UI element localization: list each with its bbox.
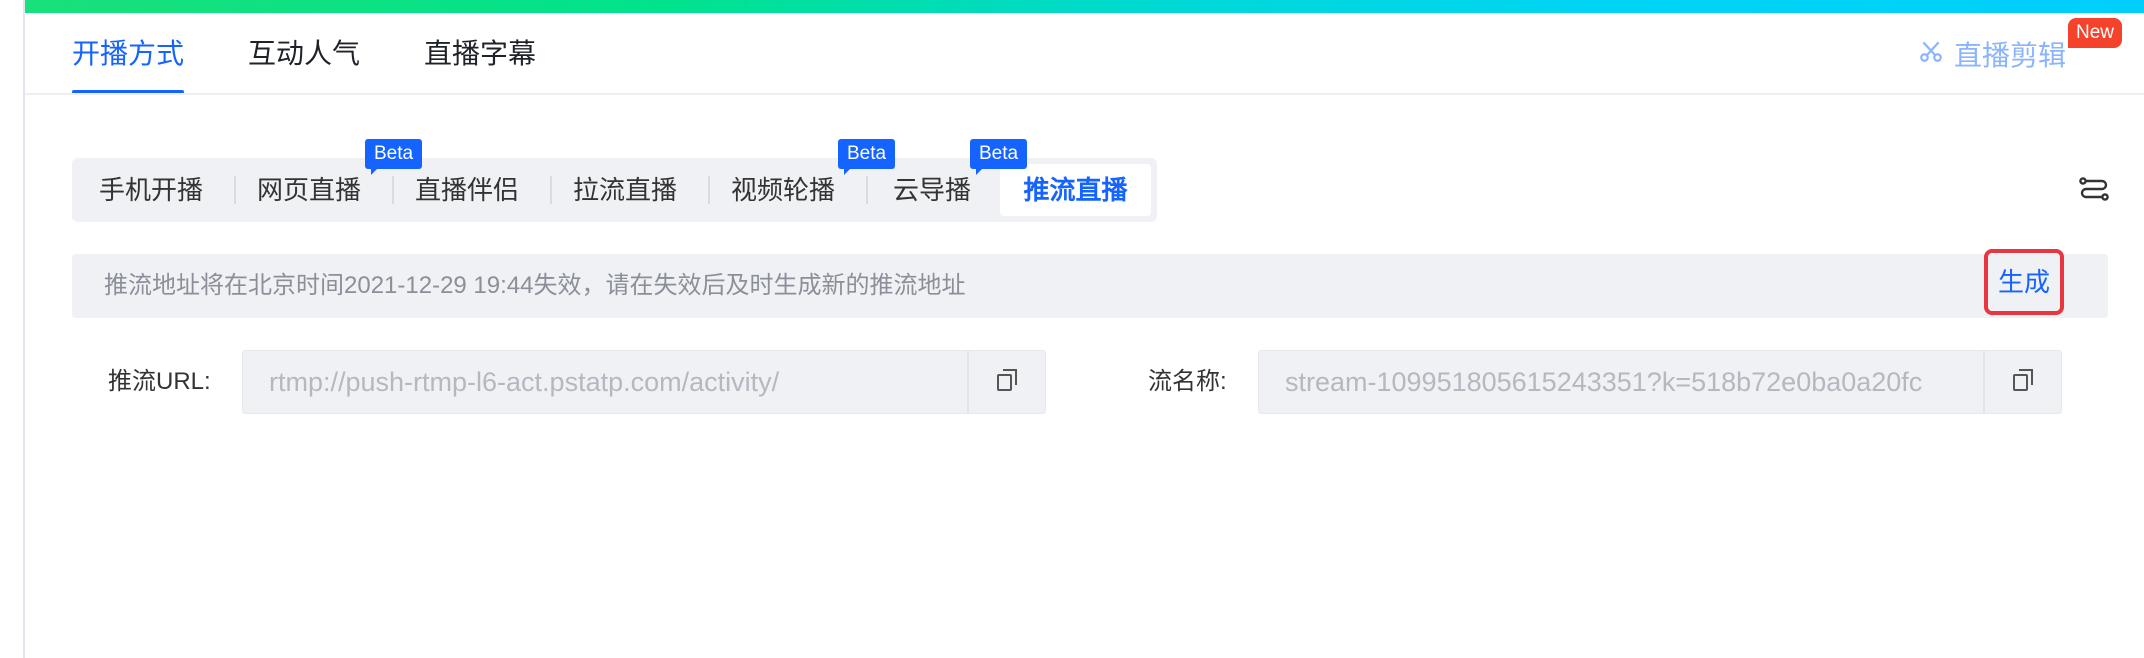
mode-web[interactable]: 网页直播	[240, 164, 378, 216]
mode-label: 网页直播	[256, 175, 361, 205]
copy-stream-name-button[interactable]	[1983, 351, 2061, 413]
mode-video-carousel[interactable]: 视频轮播	[714, 164, 852, 216]
stream-name-field	[1258, 350, 2062, 414]
settings-sliders-icon[interactable]	[2078, 172, 2110, 208]
tab-broadcast-method[interactable]: 开播方式	[72, 30, 185, 94]
mode-label: 手机开播	[98, 175, 203, 205]
stream-name-label: 流名称:	[1148, 368, 1227, 395]
main-card	[23, 0, 2144, 658]
tab-label: 直播字幕	[424, 38, 537, 69]
mode-push-stream[interactable]: 推流直播	[1000, 164, 1151, 216]
push-url-label: 推流URL:	[108, 368, 211, 395]
mode-companion[interactable]: 直播伴侣	[398, 164, 536, 216]
copy-icon	[2011, 367, 2035, 398]
live-clip-link[interactable]: 直播剪辑	[1918, 30, 2066, 78]
beta-badge-video-carousel: Beta	[838, 139, 896, 175]
tab-label: 互动人气	[248, 38, 361, 69]
gradient-top-bar	[25, 0, 2144, 13]
mode-pull-stream[interactable]: 拉流直播	[556, 164, 694, 216]
mode-label: 云导播	[892, 175, 971, 205]
mode-label: 拉流直播	[572, 175, 677, 205]
mode-separator	[234, 176, 236, 204]
expiry-notice-text: 推流地址将在北京时间2021-12-29 19:44失效，请在失效后及时生成新的…	[104, 272, 966, 299]
mode-separator	[392, 176, 394, 204]
scissors-icon	[1918, 38, 1944, 71]
mode-separator	[866, 176, 868, 204]
beta-badge-cloud-director: Beta	[970, 139, 1028, 175]
copy-push-url-button[interactable]	[967, 351, 1045, 413]
mode-separator	[708, 176, 710, 204]
mode-label: 视频轮播	[730, 175, 835, 205]
mode-cloud-director[interactable]: 云导播	[872, 164, 992, 216]
copy-icon	[995, 367, 1019, 398]
mode-mobile[interactable]: 手机开播	[82, 164, 220, 216]
new-badge: New	[2068, 18, 2123, 48]
expiry-notice: 推流地址将在北京时间2021-12-29 19:44失效，请在失效后及时生成新的…	[72, 254, 2108, 318]
push-url-field	[242, 350, 1046, 414]
tab-label: 开播方式	[72, 38, 185, 69]
live-clip-label: 直播剪辑	[1954, 40, 2067, 71]
mode-label: 推流直播	[1023, 175, 1128, 205]
push-url-input[interactable]	[243, 351, 967, 413]
mode-label: 直播伴侣	[414, 175, 519, 205]
mode-separator	[550, 176, 552, 204]
generate-button[interactable]: 生成	[1984, 249, 2064, 315]
tab-live-subtitles[interactable]: 直播字幕	[424, 30, 536, 94]
tabs-divider	[25, 93, 2144, 95]
beta-badge-web: Beta	[365, 139, 423, 175]
stream-name-input[interactable]	[1259, 351, 1983, 413]
tab-interaction-popularity[interactable]: 互动人气	[248, 30, 360, 94]
